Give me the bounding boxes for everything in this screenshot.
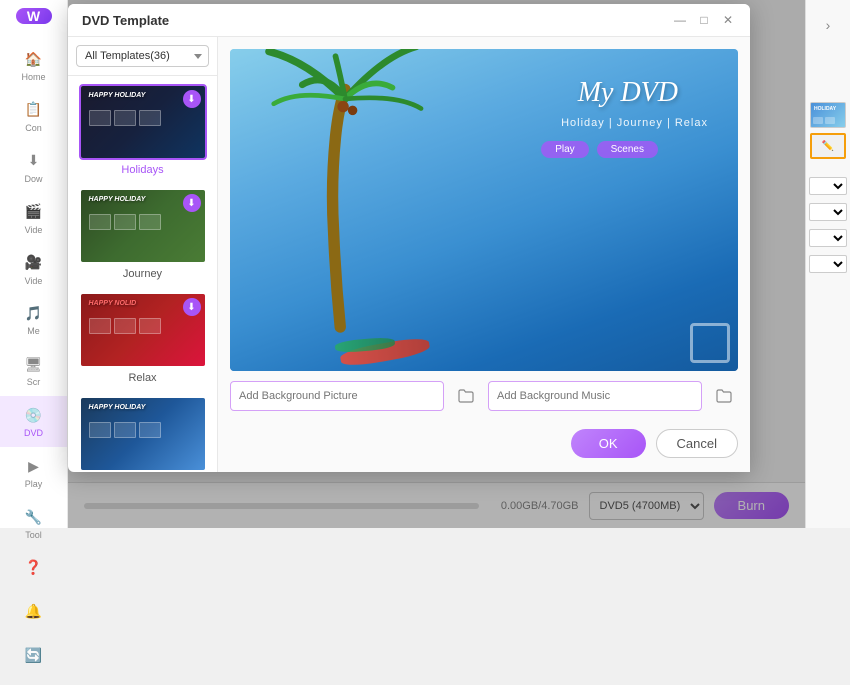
sidebar-label-tools: Tool <box>25 531 42 541</box>
maximize-button[interactable]: □ <box>696 12 712 28</box>
template-name-relax: Relax <box>128 372 156 384</box>
template-filter-select[interactable]: All Templates(36) Holidays Journey Relax… <box>76 45 209 67</box>
template-item-relax[interactable]: HAPPY NOLID ⬇ Relax <box>74 292 211 384</box>
sidebar-label-play: Play <box>25 480 43 490</box>
sidebar-item-home[interactable]: 🏠 Home <box>0 40 67 91</box>
template-item-journey[interactable]: HAPPY HOLIDAY ⬇ Journey <box>74 188 211 280</box>
sidebar-item-bell[interactable]: 🔔 <box>19 593 49 631</box>
video1-icon: 🎬 <box>23 201 45 223</box>
input-row <box>230 381 738 411</box>
template-thumb-holidays: HAPPY HOLIDAY ⬇ <box>79 84 207 160</box>
template-dropdown-container: All Templates(36) Holidays Journey Relax… <box>68 37 217 76</box>
template-item-seaside[interactable]: HAPPY HOLIDAY Seaside <box>74 396 211 472</box>
app-container: W 🏠 Home 📋 Con ⬇ Dow 🎬 Vide 🎥 Vide 🎵 Me … <box>0 0 850 528</box>
relax-download-icon: ⬇ <box>183 298 201 316</box>
media-icon: 🎵 <box>23 302 45 324</box>
app-logo: W <box>16 8 52 24</box>
right-select-2[interactable] <box>809 203 847 221</box>
sidebar-item-dvd[interactable]: 💿 DVD <box>0 396 67 447</box>
help-icon: ❓ <box>23 557 45 579</box>
template-item-holidays[interactable]: HAPPY HOLIDAY ⬇ Holidays <box>74 84 211 176</box>
template-thumb-relax: HAPPY NOLID ⬇ <box>79 292 207 368</box>
download-icon: ⬇ <box>23 150 45 172</box>
ok-button[interactable]: OK <box>571 429 646 458</box>
sidebar-label-home: Home <box>21 73 45 83</box>
cancel-button[interactable]: Cancel <box>656 429 738 458</box>
convert-icon: 📋 <box>23 99 45 121</box>
home-icon: 🏠 <box>23 48 45 70</box>
holidays-download-icon: ⬇ <box>183 90 201 108</box>
bell-icon: 🔔 <box>23 601 45 623</box>
right-panel: › HOLIDAY ✏️ <box>805 0 850 528</box>
sidebar-label-dvd: DVD <box>24 429 43 439</box>
template-name-holidays: Holidays <box>121 164 163 176</box>
bg-music-folder-icon[interactable] <box>710 382 738 410</box>
preview-panel: My DVD Holiday | Journey | Relax Play Sc… <box>218 37 750 472</box>
sidebar-item-convert[interactable]: 📋 Con <box>0 91 67 142</box>
action-row: OK Cancel <box>230 421 738 460</box>
dvd-preview-buttons: Play Scenes <box>541 141 658 158</box>
right-select-1[interactable] <box>809 177 847 195</box>
sidebar: W 🏠 Home 📋 Con ⬇ Dow 🎬 Vide 🎥 Vide 🎵 Me … <box>0 0 68 528</box>
dvd-play-button[interactable]: Play <box>541 141 588 158</box>
template-thumb-seaside: HAPPY HOLIDAY <box>79 396 207 472</box>
right-select-3[interactable] <box>809 229 847 247</box>
sidebar-item-tools[interactable]: 🔧 Tool <box>0 498 67 549</box>
template-panel: All Templates(36) Holidays Journey Relax… <box>68 37 218 472</box>
dvd-icon: 💿 <box>23 404 45 426</box>
journey-download-icon: ⬇ <box>183 194 201 212</box>
sidebar-label-video1: Vide <box>25 226 43 236</box>
template-thumb-journey: HAPPY HOLIDAY ⬇ <box>79 188 207 264</box>
sidebar-item-download[interactable]: ⬇ Dow <box>0 142 67 193</box>
close-button[interactable]: ✕ <box>720 12 736 28</box>
sidebar-item-media[interactable]: 🎵 Me <box>0 294 67 345</box>
template-name-journey: Journey <box>123 268 162 280</box>
right-thumb-edit[interactable]: ✏️ <box>810 133 846 159</box>
bg-picture-folder-icon[interactable] <box>452 382 480 410</box>
screen-icon: 🖥 <box>23 353 45 375</box>
dvd-subtitle: Holiday | Journey | Relax <box>561 117 708 129</box>
modal-header: DVD Template — □ ✕ <box>68 4 750 37</box>
right-arrow-button[interactable]: › <box>815 12 841 38</box>
sidebar-bottom: ❓ 🔔 🔄 <box>19 549 49 685</box>
bg-picture-input[interactable] <box>230 381 444 411</box>
dvd-template-modal: DVD Template — □ ✕ All Templates(36) Hol… <box>68 4 750 472</box>
sidebar-label-screen: Scr <box>27 378 41 388</box>
bg-music-input[interactable] <box>488 381 702 411</box>
sidebar-label-media: Me <box>27 327 40 337</box>
sidebar-label-video2: Vide <box>25 277 43 287</box>
sidebar-label-download: Dow <box>24 175 42 185</box>
dvd-title: My DVD <box>578 77 678 109</box>
minimize-button[interactable]: — <box>672 12 688 28</box>
right-thumb-holiday[interactable]: HOLIDAY <box>810 102 846 128</box>
right-select-4[interactable] <box>809 255 847 273</box>
template-list: HAPPY HOLIDAY ⬇ Holidays <box>68 76 217 472</box>
window-controls: — □ ✕ <box>672 12 736 28</box>
refresh-icon: 🔄 <box>23 645 45 667</box>
dvd-preview-bg: My DVD Holiday | Journey | Relax Play Sc… <box>230 49 738 371</box>
tools-icon: 🔧 <box>23 506 45 528</box>
play-icon: ▶ <box>23 455 45 477</box>
sidebar-item-help[interactable]: ❓ <box>19 549 49 587</box>
sidebar-item-video2[interactable]: 🎥 Vide <box>0 244 67 295</box>
dvd-preview: My DVD Holiday | Journey | Relax Play Sc… <box>230 49 738 371</box>
corner-decoration <box>690 323 730 363</box>
sidebar-label-convert: Con <box>25 124 42 134</box>
video2-icon: 🎥 <box>23 252 45 274</box>
modal-body: All Templates(36) Holidays Journey Relax… <box>68 37 750 472</box>
sidebar-item-video1[interactable]: 🎬 Vide <box>0 193 67 244</box>
sidebar-item-refresh[interactable]: 🔄 <box>19 637 49 675</box>
dvd-scenes-button[interactable]: Scenes <box>597 141 658 158</box>
sidebar-item-screen[interactable]: 🖥 Scr <box>0 345 67 396</box>
sidebar-item-play[interactable]: ▶ Play <box>0 447 67 498</box>
modal-title: DVD Template <box>82 13 169 28</box>
